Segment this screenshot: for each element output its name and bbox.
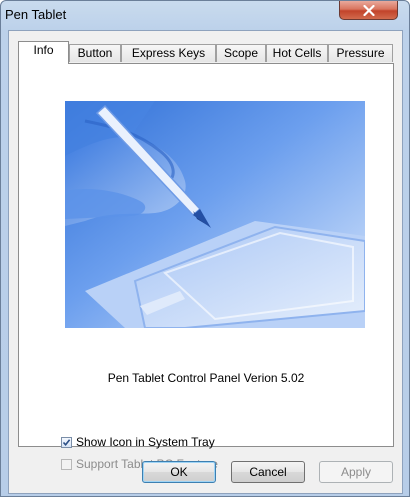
ok-button[interactable]: OK [142,461,216,483]
window-title: Pen Tablet [5,7,67,22]
checkmark-icon [62,438,71,446]
dialog-body: Info Button Express Keys Scope Hot Cells… [8,30,403,494]
show-icon-option: Show Icon in System Tray [61,434,215,450]
version-text: Pen Tablet Control Panel Verion 5.02 [107,371,305,385]
show-icon-checkbox[interactable] [61,436,72,448]
tablet-pen-image [65,101,365,328]
tab-scope[interactable]: Scope [216,44,266,62]
tab-express-keys[interactable]: Express Keys [121,44,216,62]
tab-pressure[interactable]: Pressure [328,44,393,62]
tablet-pc-checkbox[interactable] [61,458,72,470]
tab-hot-cells[interactable]: Hot Cells [266,44,328,62]
info-panel: Pen Tablet Control Panel Verion 5.02 Sho… [18,63,394,471]
show-icon-label[interactable]: Show Icon in System Tray [76,435,215,449]
close-button[interactable] [339,1,398,20]
close-icon [362,4,375,16]
tab-strip: Info Button Express Keys Scope Hot Cells… [18,41,398,64]
apply-button[interactable]: Apply [319,461,393,483]
tab-info[interactable]: Info [18,41,69,64]
dialog-window: Pen Tablet Info Button Express Keys Scop… [0,0,410,497]
cancel-button[interactable]: Cancel [231,461,305,483]
title-bar[interactable]: Pen Tablet [1,1,409,29]
tab-button[interactable]: Button [69,44,121,62]
